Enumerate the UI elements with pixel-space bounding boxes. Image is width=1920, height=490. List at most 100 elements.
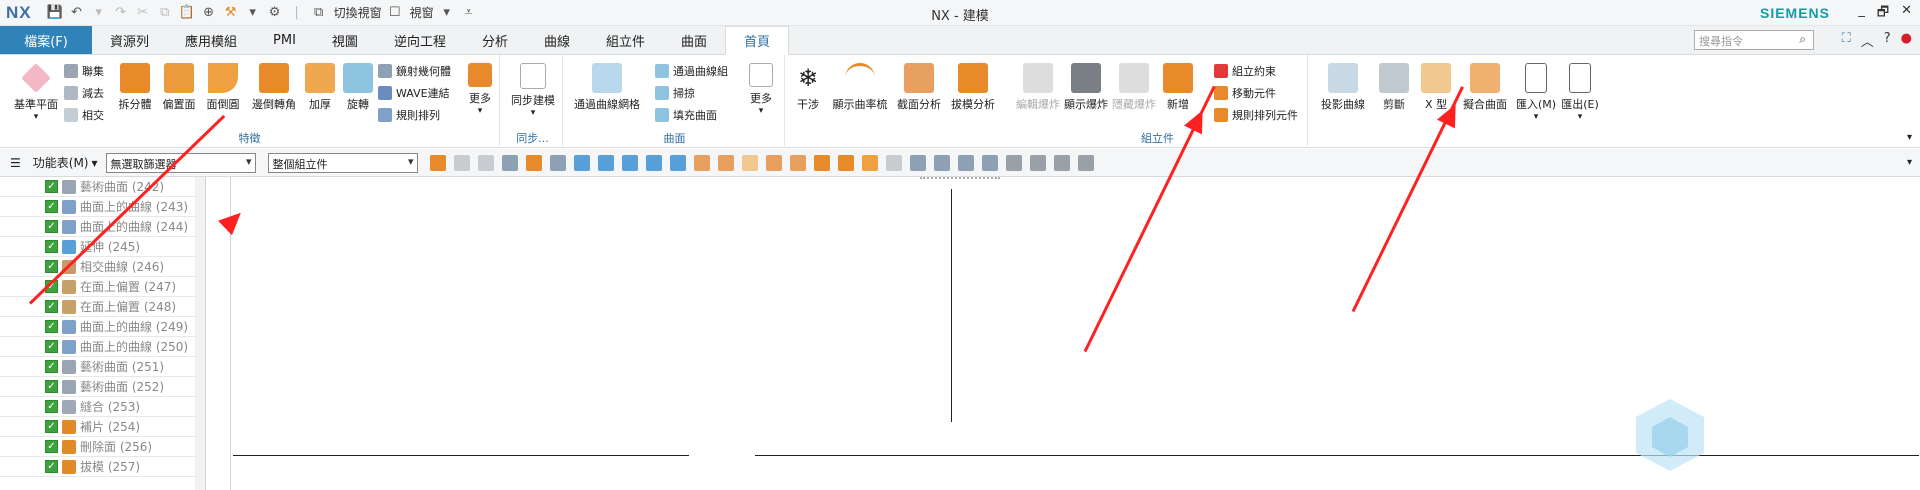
tree-row[interactable]: ✓ 藝術曲面 (242) [0, 177, 205, 197]
command-search-input[interactable]: 搜尋指令 [1694, 30, 1814, 50]
menu-button[interactable]: 功能表(M) [33, 154, 89, 171]
visibility-checkbox[interactable]: ✓ [45, 300, 58, 313]
redo-icon[interactable]: ↷ [112, 5, 130, 20]
through-curves-button[interactable]: 通過曲線組 [655, 63, 728, 79]
snap-point-icon[interactable] [789, 154, 806, 171]
layer-icon[interactable] [1053, 154, 1070, 171]
thicken-button[interactable]: 加厚 [300, 63, 340, 112]
extract-geometry-button[interactable]: 鏡射幾何體 [378, 63, 451, 79]
fill-surface-button[interactable]: 填充曲面 [655, 107, 717, 123]
tree-row[interactable]: ✓ 延伸 (245) [0, 237, 205, 257]
search-icon[interactable]: ⌕ [1799, 32, 1806, 47]
visibility-checkbox[interactable]: ✓ [45, 400, 58, 413]
general-select-icon[interactable] [501, 154, 518, 171]
snap-end-icon[interactable] [573, 154, 590, 171]
snap-quadrant-icon[interactable] [885, 154, 902, 171]
unite-button[interactable]: 聯集 [64, 63, 104, 79]
view-fit-icon[interactable] [909, 154, 926, 171]
snap-spline-icon[interactable] [813, 154, 830, 171]
tab-surface[interactable]: 曲面 [663, 26, 725, 54]
features-more-button[interactable]: 更多 ▾ [462, 63, 498, 116]
close-icon[interactable]: ✕ [1901, 3, 1912, 25]
copy-icon[interactable]: ⧉ [156, 5, 174, 20]
through-curve-mesh-button[interactable]: 通過曲線網格 [569, 63, 645, 112]
curvature-comb-button[interactable]: 顯示曲率梳 [828, 63, 892, 112]
new-component-button[interactable]: 新增 [1160, 63, 1196, 112]
undo-dropdown-icon[interactable]: ▾ [90, 5, 108, 20]
repeat-command-icon[interactable]: ⊕ [200, 5, 218, 20]
view-orient-icon[interactable] [1005, 154, 1022, 171]
snap-circle-icon[interactable] [861, 154, 878, 171]
menu-icon[interactable]: ☰ [10, 156, 21, 170]
minimize-icon[interactable]: _ [1858, 3, 1865, 25]
splitter-handle[interactable] [920, 177, 1000, 181]
window-icon[interactable]: ☐ [386, 5, 404, 20]
visibility-checkbox[interactable]: ✓ [45, 340, 58, 353]
subtract-button[interactable]: 減去 [64, 85, 104, 101]
tab-analysis[interactable]: 分析 [464, 26, 526, 54]
save-icon[interactable]: 💾 [46, 5, 64, 20]
visibility-checkbox[interactable]: ✓ [45, 180, 58, 193]
navigator-scrollbar[interactable] [195, 177, 205, 490]
tree-row[interactable]: ✓ 補片 (254) [0, 417, 205, 437]
assembly-constraint-button[interactable]: 組立約束 [1214, 63, 1276, 79]
tree-row[interactable]: ✓ 在面上偏置 (247) [0, 277, 205, 297]
tab-reverse-engineering[interactable]: 逆向工程 [376, 26, 464, 54]
visibility-checkbox[interactable]: ✓ [45, 240, 58, 253]
tree-row[interactable]: ✓ 曲面上的曲線 (250) [0, 337, 205, 357]
select-feature-icon[interactable] [429, 154, 446, 171]
snap-mid-icon[interactable] [621, 154, 638, 171]
tree-row[interactable]: ✓ 藝術曲面 (252) [0, 377, 205, 397]
visibility-checkbox[interactable]: ✓ [45, 320, 58, 333]
tree-row[interactable]: ✓ 曲面上的曲線 (249) [0, 317, 205, 337]
trim-button[interactable]: 剪斷 [1372, 63, 1416, 112]
snap-icon[interactable] [525, 154, 542, 171]
tab-applications[interactable]: 應用模組 [167, 26, 255, 54]
view-zoom-icon[interactable] [933, 154, 950, 171]
import-button[interactable]: 匯入(M) ▾ [1514, 63, 1558, 122]
tree-row[interactable]: ✓ 曲面上的曲線 (243) [0, 197, 205, 217]
view-pan-icon[interactable] [981, 154, 998, 171]
pattern-feature-button[interactable]: 規則排列 [378, 107, 440, 123]
menu-dropdown-icon[interactable]: ▾ [91, 156, 97, 170]
wave-link-button[interactable]: WAVE連結 [378, 85, 450, 101]
switch-window-icon[interactable]: ⧉ [310, 5, 328, 20]
paste-icon[interactable]: 📋 [178, 5, 196, 20]
snap-face-icon[interactable] [765, 154, 782, 171]
tree-row[interactable]: ✓ 縫合 (253) [0, 397, 205, 417]
fullscreen-icon[interactable]: ⛶ [1842, 31, 1851, 50]
visibility-checkbox[interactable]: ✓ [45, 420, 58, 433]
show-hide-icon[interactable] [1077, 154, 1094, 171]
tab-file[interactable]: 檔案(F) [0, 26, 92, 54]
snap-arc-icon[interactable] [693, 154, 710, 171]
snap-pole-icon[interactable] [837, 154, 854, 171]
offset-face-button[interactable]: 偏置面 [156, 63, 202, 112]
pattern-component-button[interactable]: 規則排列元件 [1214, 107, 1298, 123]
window-menu-button[interactable]: 視窗 [410, 4, 434, 21]
select-component-icon[interactable] [453, 154, 470, 171]
record-icon[interactable]: ● [1901, 31, 1912, 50]
edit-explosion-button[interactable]: 編輯爆炸 [1014, 63, 1062, 112]
customize-dropdown-icon[interactable]: ⩡ [460, 5, 478, 20]
tab-home[interactable]: 首頁 [725, 26, 790, 55]
selection-scope-dropdown[interactable]: 整個組立件 [267, 152, 418, 173]
cut-icon[interactable]: ✂ [134, 5, 152, 20]
visibility-checkbox[interactable]: ✓ [45, 260, 58, 273]
help-icon[interactable]: ? [1884, 31, 1891, 50]
visibility-checkbox[interactable]: ✓ [45, 360, 58, 373]
collapse-ribbon-icon[interactable]: ︿ [1861, 31, 1874, 50]
snap-cross-icon[interactable] [549, 154, 566, 171]
touch-mode-icon[interactable]: ⚒ [222, 5, 240, 20]
export-button[interactable]: 匯出(E) ▾ [1558, 63, 1602, 122]
tool-icon[interactable]: ⚙ [266, 5, 284, 20]
split-body-button[interactable]: 拆分體 [112, 63, 158, 112]
face-blend-button[interactable]: 面倒圓 [200, 63, 246, 112]
visibility-checkbox[interactable]: ✓ [45, 380, 58, 393]
tab-assemblies[interactable]: 組立件 [588, 26, 663, 54]
snap-line-icon[interactable] [597, 154, 614, 171]
section-analysis-button[interactable]: 截面分析 [892, 63, 946, 112]
sync-modeling-button[interactable]: 同步建模 ▾ [507, 63, 559, 118]
fit-surface-button[interactable]: 擬合曲面 [1456, 63, 1514, 112]
sweep-button[interactable]: 掃掠 [655, 85, 695, 101]
surface-more-button[interactable]: 更多 ▾ [743, 63, 779, 116]
